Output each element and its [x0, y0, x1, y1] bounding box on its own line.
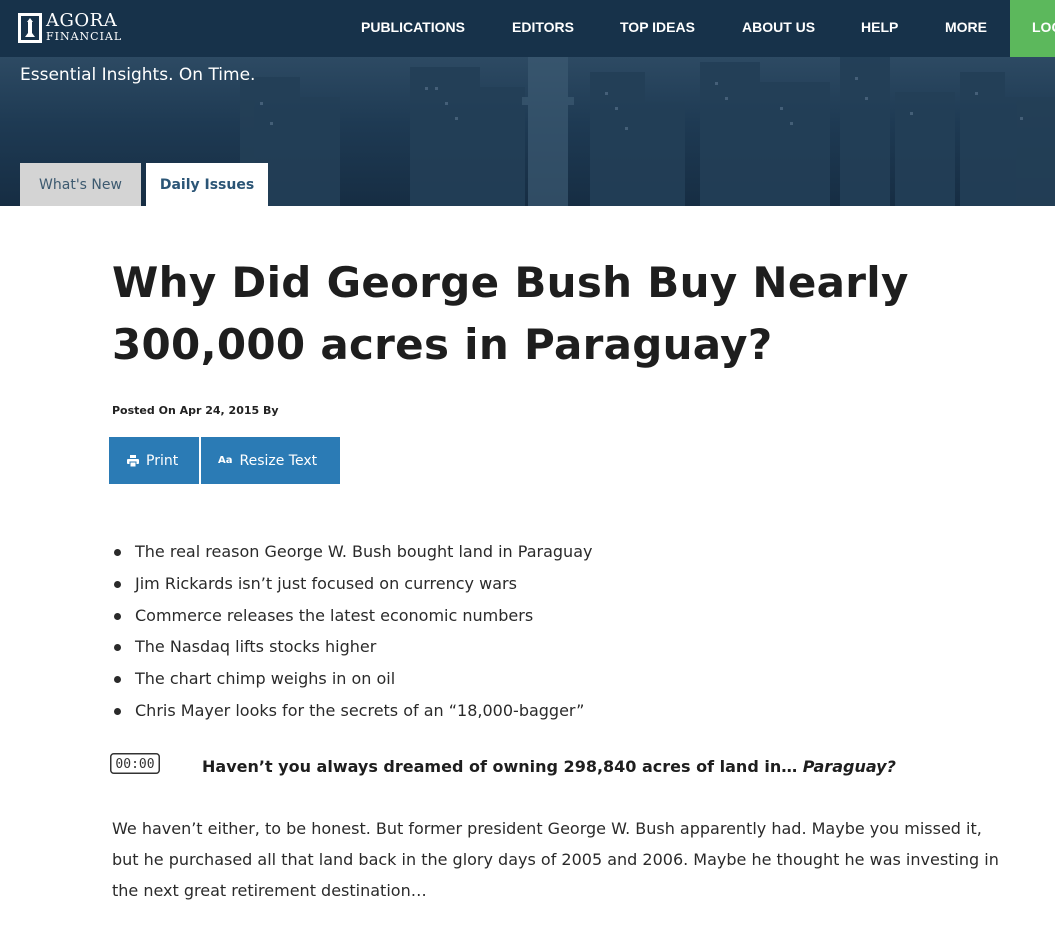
- timer-text: 00:00: [115, 757, 154, 772]
- bullet-dot: [114, 612, 121, 620]
- nav-help[interactable]: HELP: [861, 19, 898, 35]
- print-button[interactable]: Print: [109, 437, 199, 484]
- list-item: The Nasdaq lifts stocks higher: [112, 635, 592, 667]
- agora-logo[interactable]: AGORA FINANCIAL: [18, 9, 122, 45]
- list-item-text: Jim Rickards isn’t just focused on curre…: [135, 573, 517, 593]
- list-item-text: The Nasdaq lifts stocks higher: [135, 637, 377, 657]
- list-item-text: The real reason George W. Bush bought la…: [135, 542, 593, 561]
- list-item: Chris Mayer looks for the secrets of an …: [112, 699, 592, 731]
- lead-text: Haven’t you always dreamed of owning 298…: [202, 757, 798, 776]
- lead-sentence: Haven’t you always dreamed of owning 298…: [202, 757, 896, 776]
- logo-name-top: AGORA: [46, 10, 118, 31]
- top-navbar: AGORA FINANCIAL PUBLICATIONS EDITORS TOP…: [0, 0, 1055, 57]
- bullet-dot: [114, 580, 121, 588]
- print-label: Print: [146, 452, 179, 469]
- printer-icon: [127, 454, 139, 467]
- list-item: The chart chimp weighs in on oil: [112, 667, 592, 699]
- hero-banner: Essential Insights. On Time. What's New …: [0, 57, 1055, 206]
- lead-emphasis: Paraguay?: [802, 757, 896, 776]
- tab-whats-new[interactable]: What's New: [20, 163, 141, 206]
- summary-list: The real reason George W. Bush bought la…: [112, 540, 592, 731]
- nav-about-us[interactable]: ABOUT US: [742, 19, 815, 35]
- list-item: Commerce releases the latest economic nu…: [112, 604, 592, 636]
- list-item: Jim Rickards isn’t just focused on curre…: [112, 572, 592, 604]
- nav-more[interactable]: MORE: [945, 19, 987, 35]
- timer-icon: 00:00: [110, 753, 160, 774]
- agora-logo-icon: [18, 13, 42, 43]
- article-paragraph: We haven’t either, to be honest. But for…: [112, 819, 999, 900]
- resize-text-label: Resize Text: [239, 452, 318, 469]
- list-item-text: The chart chimp weighs in on oil: [135, 669, 396, 689]
- list-item: The real reason George W. Bush bought la…: [112, 540, 592, 572]
- list-item-text: Chris Mayer looks for the secrets of an …: [135, 700, 585, 720]
- bullet-dot: [114, 644, 121, 652]
- resize-text-button[interactable]: Aa Resize Text: [201, 437, 340, 484]
- nav-top-ideas[interactable]: TOP IDEAS: [620, 19, 695, 35]
- logo-name-bottom: FINANCIAL: [46, 30, 123, 43]
- tab-daily-issues[interactable]: Daily Issues: [146, 163, 268, 206]
- text-size-icon: Aa: [218, 455, 233, 466]
- bullet-dot: [114, 549, 121, 556]
- list-item-text: Commerce releases the latest economic nu…: [135, 605, 534, 625]
- article-title: Why Did George Bush Buy Nearly 300,000 a…: [112, 258, 909, 369]
- article-meta: Posted On Apr 24, 2015 By: [112, 404, 279, 417]
- bullet-dot: [114, 707, 121, 715]
- login-button[interactable]: LOGIN: [1010, 0, 1055, 57]
- site-tagline: Essential Insights. On Time.: [20, 65, 256, 85]
- bullet-dot: [114, 676, 121, 684]
- nav-publications[interactable]: PUBLICATIONS: [361, 19, 465, 35]
- nav-editors[interactable]: EDITORS: [512, 19, 574, 35]
